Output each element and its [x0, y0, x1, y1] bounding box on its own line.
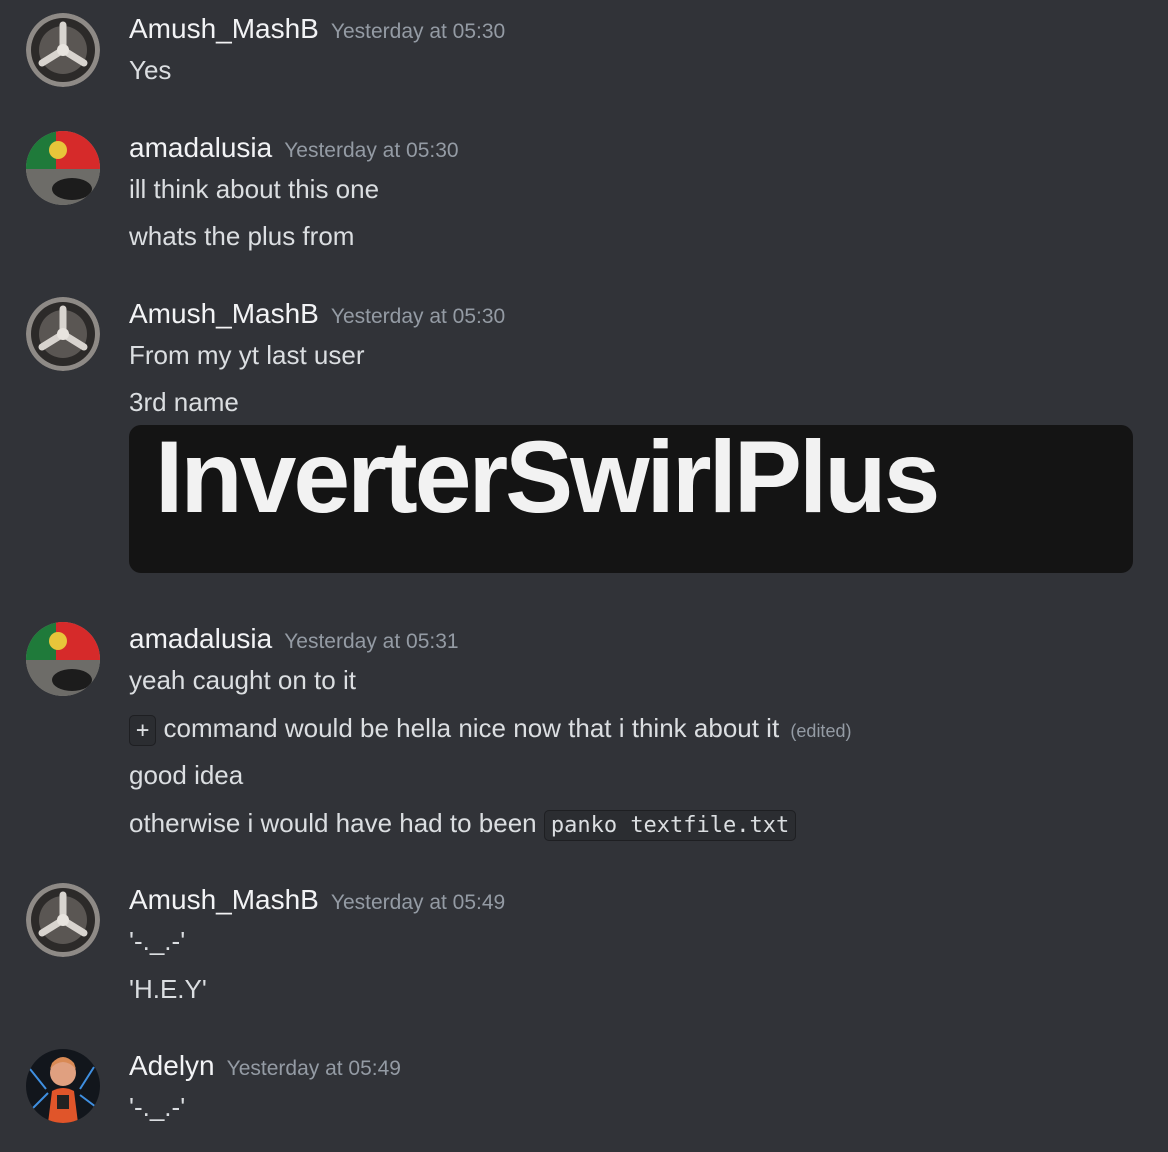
message-text: 3rd name — [129, 387, 239, 417]
message-text: From my yt last user — [129, 340, 365, 370]
message-text: ill think about this one — [129, 174, 380, 204]
username[interactable]: Adelyn — [129, 1050, 215, 1081]
triskelion-avatar-icon[interactable] — [26, 13, 100, 87]
character-avatar-icon[interactable] — [26, 1049, 100, 1123]
username[interactable]: Amush_MashB — [129, 13, 319, 44]
portugal-flag-avatar-icon[interactable] — [26, 131, 100, 205]
message-text: whats the plus from — [129, 221, 355, 251]
message-header: Adelyn Yesterday at 05:49 — [129, 1050, 401, 1082]
username[interactable]: Amush_MashB — [129, 884, 319, 915]
triskelion-avatar-icon[interactable] — [26, 883, 100, 957]
message-header: Amush_MashB Yesterday at 05:30 — [129, 298, 505, 330]
message-text: good idea — [129, 760, 244, 790]
message-text: otherwise i would have had to been panko… — [129, 808, 797, 841]
message-header: amadalusia Yesterday at 05:30 — [129, 132, 459, 164]
message-text-segment: command would be hella nice now that i t… — [163, 713, 780, 743]
timestamp[interactable]: Yesterday at 05:31 — [284, 630, 458, 653]
portugal-flag-avatar-icon[interactable] — [26, 622, 100, 696]
message-header: Amush_MashB Yesterday at 05:49 — [129, 884, 505, 916]
edited-label: (edited) — [790, 721, 852, 741]
triskelion-avatar-icon[interactable] — [26, 297, 100, 371]
inline-code: panko textfile.txt — [543, 810, 797, 841]
username[interactable]: amadalusia — [129, 623, 272, 654]
attachment-image-text: InverterSwirlPlus — [155, 425, 940, 534]
timestamp[interactable]: Yesterday at 05:30 — [331, 20, 505, 43]
message-header: Amush_MashB Yesterday at 05:30 — [129, 13, 505, 45]
message-text: yeah caught on to it — [129, 665, 356, 695]
image-attachment[interactable]: InverterSwirlPlus — [129, 425, 1133, 573]
username[interactable]: amadalusia — [129, 132, 272, 163]
timestamp[interactable]: Yesterday at 05:30 — [331, 305, 505, 328]
message-text: '-._.-' — [129, 926, 186, 956]
message-text: '-._.-' — [129, 1092, 186, 1122]
message-text: Yes — [129, 55, 172, 85]
timestamp[interactable]: Yesterday at 05:49 — [227, 1057, 401, 1080]
message-text-segment: otherwise i would have had to been — [129, 808, 537, 838]
message-text: 'H.E.Y' — [129, 974, 207, 1004]
inline-code: + — [129, 715, 157, 746]
timestamp[interactable]: Yesterday at 05:30 — [284, 139, 458, 162]
timestamp[interactable]: Yesterday at 05:49 — [331, 891, 505, 914]
message-text: + command would be hella nice now that i… — [129, 713, 852, 746]
message-header: amadalusia Yesterday at 05:31 — [129, 623, 459, 655]
username[interactable]: Amush_MashB — [129, 298, 319, 329]
